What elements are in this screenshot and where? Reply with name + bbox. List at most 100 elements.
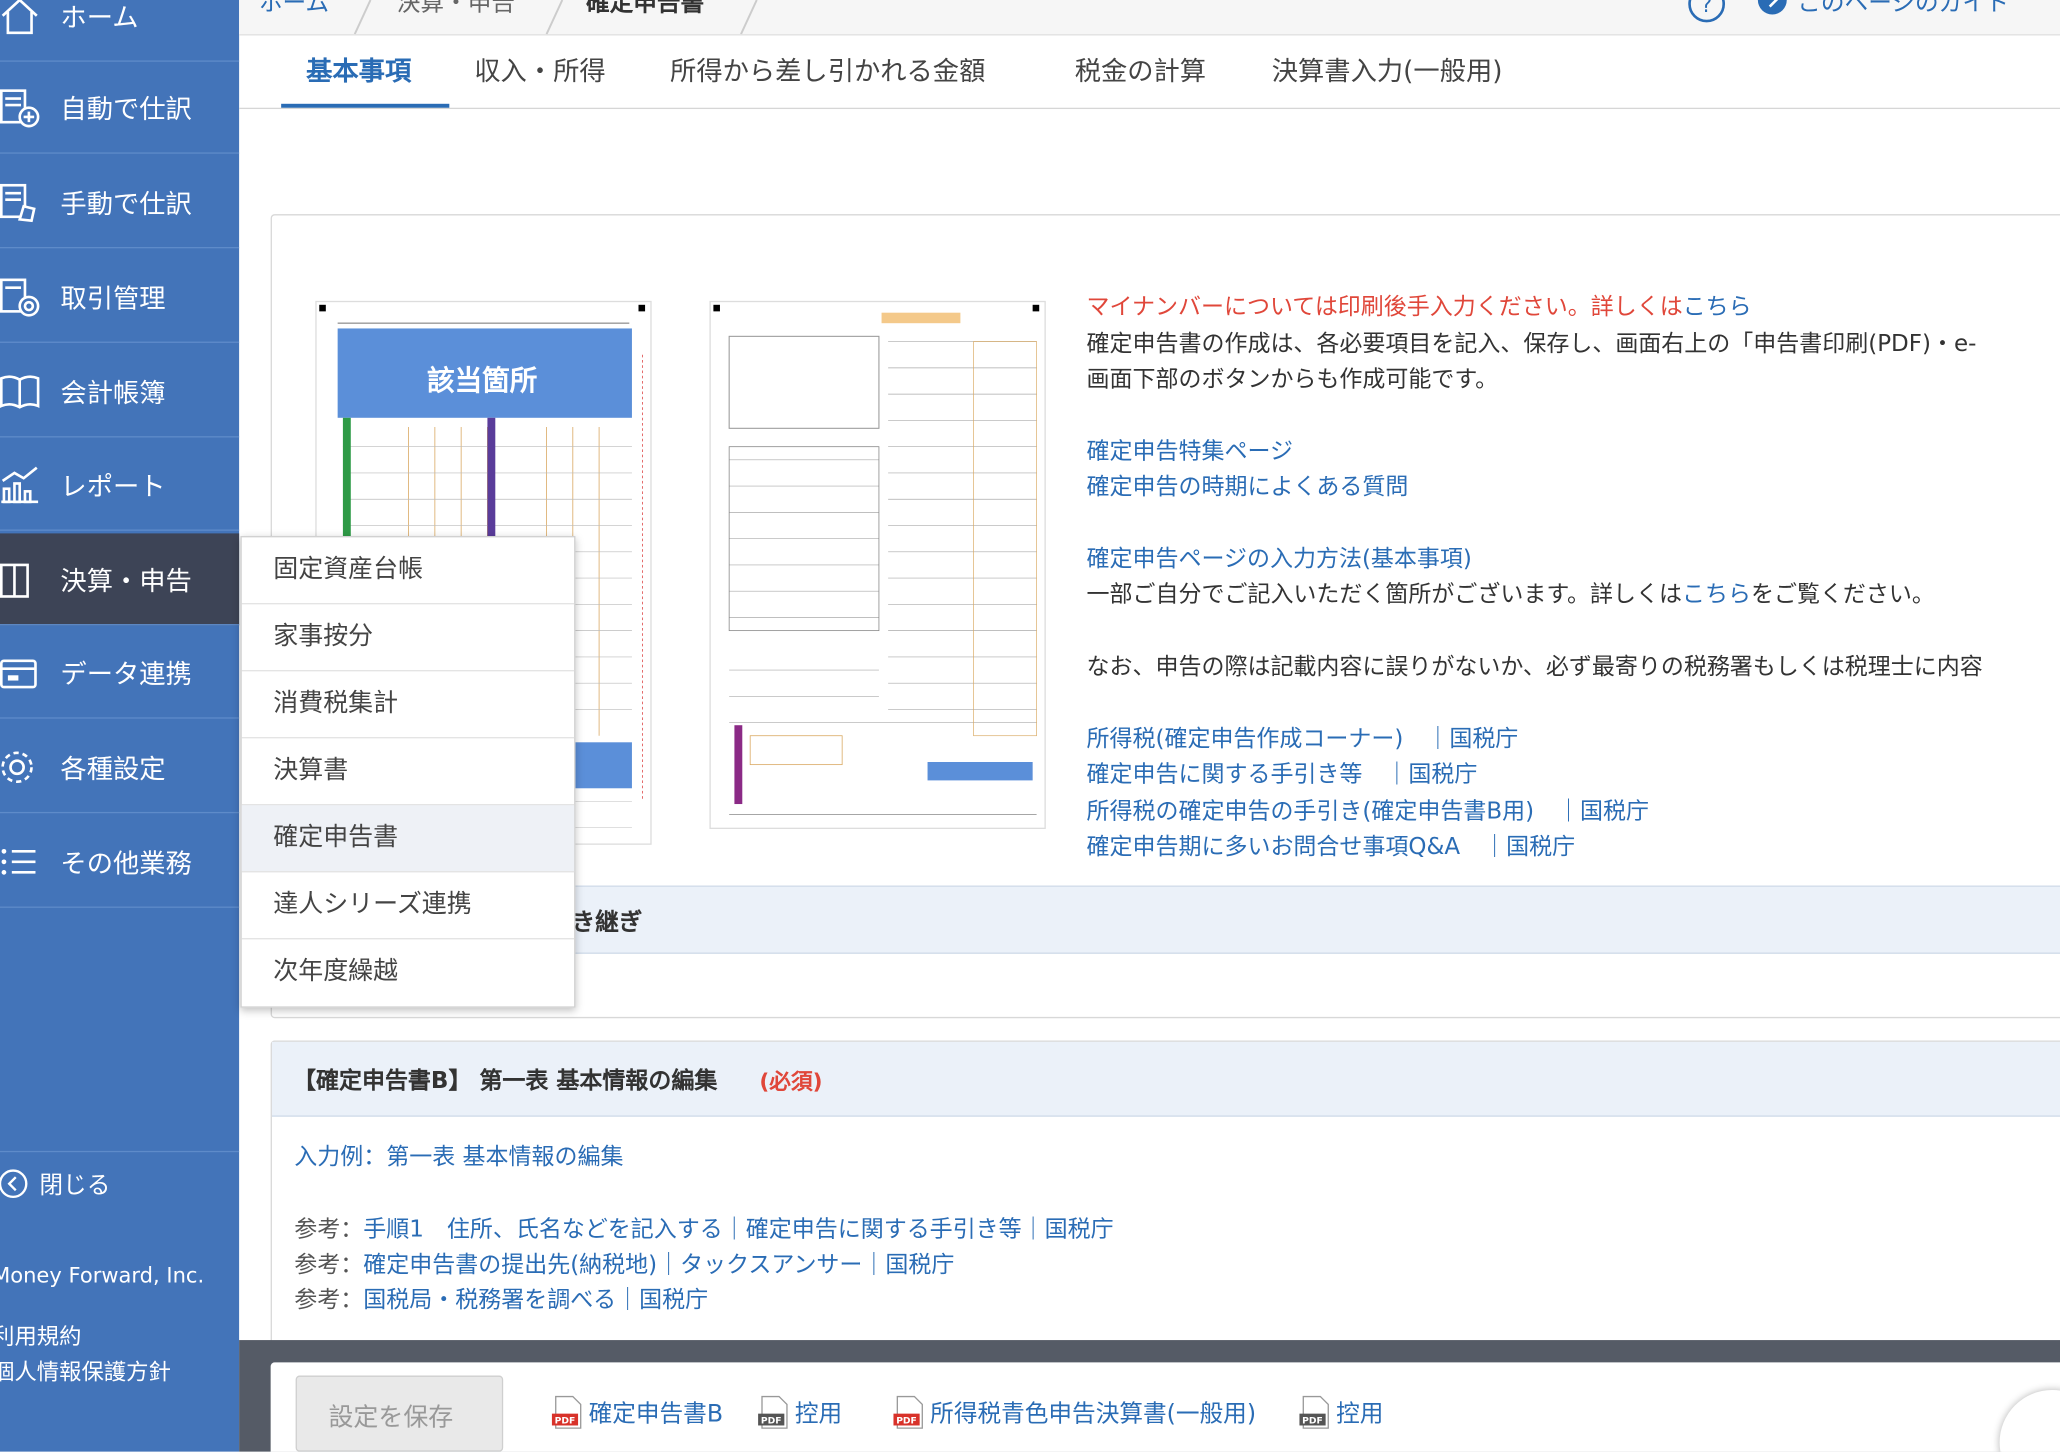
settlement-icon — [0, 562, 29, 598]
gear-icon — [1, 750, 33, 783]
ref-submission-link[interactable]: 確定申告書の提出先(納税地)｜タックスアンサー｜国税庁 — [363, 1252, 954, 1278]
self-entry-note-prefix: 一部ご自分でご記入いただく箇所がございます。詳しくは — [1086, 582, 1682, 609]
breadcrumb-parent[interactable]: 決算・申告 — [397, 0, 515, 18]
tab-tax-calc[interactable]: 税金の計算 — [1075, 50, 1206, 88]
input-example-link[interactable]: 入力例：第一表 基本情報の編集 — [294, 1139, 623, 1172]
input-method-link[interactable]: 確定申告ページの入力方法(基本事項) — [1087, 541, 1472, 574]
mynumber-notice-text: マイナンバーについては印刷後手入力ください。詳しくは — [1086, 294, 1683, 321]
pdf-link-label: 所得税青色申告決算書(一般用) — [930, 1400, 1257, 1429]
save-settings-button[interactable]: 設定を保存 — [295, 1375, 504, 1452]
svg-text:PDF: PDF — [555, 1416, 576, 1427]
pdf-icon: PDF — [551, 1395, 582, 1429]
sidebar-item-other[interactable]: その他業務 — [0, 816, 240, 908]
chevron-left-circle-icon — [0, 1169, 28, 1199]
sidebar-item-auto-journal[interactable]: 自動で仕訳 — [0, 62, 240, 154]
tab-deductions[interactable]: 所得から差し引かれる金額 — [670, 50, 985, 88]
settlement-dropdown-menu: 固定資産台帳 家事按分 消費税集計 決算書 確定申告書 達人シリーズ連携 次年度… — [240, 536, 576, 1008]
breadcrumb-separator — [545, 0, 564, 35]
reference-prefix: 参考： — [294, 1287, 364, 1314]
carryover-title: き継ぎ — [571, 909, 643, 937]
ref-tax-office-link[interactable]: 国税局・税務署を調べる｜国税庁 — [363, 1288, 708, 1314]
sidebar-item-label: レポート — [60, 470, 166, 502]
menu-item-tax-return[interactable]: 確定申告書 — [241, 805, 575, 873]
special-feature-link[interactable]: 確定申告特集ページ — [1087, 434, 1293, 467]
description-line-2: 画面下部のボタンからも作成可能です。 — [1086, 366, 1499, 393]
basic-info-section-header: 【確定申告書B】 第一表 基本情報の編集 (必須) — [271, 1041, 2060, 1117]
svg-text:?: ? — [1701, 0, 1712, 17]
pdf-copy-icon: PDF — [758, 1395, 788, 1429]
menu-item-tatsujin-link[interactable]: 達人シリーズ連携 — [241, 872, 575, 940]
sidebar-item-settings[interactable]: 各種設定 — [0, 721, 240, 814]
ref-link-b-guide[interactable]: 所得税の確定申告の手引き(確定申告書B用) ｜国税庁 — [1087, 794, 1650, 827]
sidebar-item-transactions[interactable]: 取引管理 — [0, 251, 240, 343]
sidebar-item-label: 手動で仕訳 — [60, 187, 192, 220]
sidebar-item-report[interactable]: レポート — [0, 439, 240, 531]
mynumber-notice: マイナンバーについては印刷後手入力ください。詳しくはこちら — [1087, 289, 1752, 322]
terms-link[interactable]: 利用規約 — [0, 1318, 81, 1350]
sidebar-divider — [0, 1150, 240, 1153]
pdf-icon: PDF — [893, 1395, 923, 1429]
ref-link-qa[interactable]: 確定申告期に多いお問合せ事項Q&A ｜国税庁 — [1087, 829, 1576, 862]
ref-link-nta-corner[interactable]: 所得税(確定申告作成コーナー) ｜国税庁 — [1087, 721, 1519, 754]
auto-journal-icon — [0, 88, 40, 127]
tax-form-b-second-image — [709, 300, 1046, 830]
breadcrumb: ホーム 決算・申告 確定申告書 ? このページのガイド — [239, 0, 2060, 36]
page-guide-link[interactable]: このページのガイド — [1797, 0, 2009, 18]
ref-link-guides[interactable]: 確定申告に関する手引き等 ｜国税庁 — [1087, 757, 1478, 790]
sidebar-item-label: 取引管理 — [60, 282, 166, 314]
mynumber-details-link[interactable]: こちら — [1683, 294, 1752, 320]
section-title: 【確定申告書B】 第一表 基本情報の編集 — [292, 1068, 718, 1095]
sidebar-item-label: データ連携 — [60, 658, 192, 690]
menu-item-carry-forward[interactable]: 次年度繰越 — [242, 939, 574, 1006]
data-link-icon — [0, 658, 37, 688]
pdf-link-label: 確定申告書B — [588, 1400, 724, 1429]
menu-item-financial-statement[interactable]: 決算書 — [241, 738, 575, 806]
tab-basic[interactable]: 基本事項 — [306, 50, 411, 88]
pdf-copy-icon: PDF — [1299, 1395, 1329, 1429]
menu-item-consumption-tax[interactable]: 消費税集計 — [241, 671, 575, 739]
svg-text:PDF: PDF — [1302, 1416, 1323, 1427]
privacy-link[interactable]: 個人情報保護方針 — [0, 1353, 171, 1386]
self-entry-details-link[interactable]: こちら — [1682, 582, 1751, 608]
company-name: Money Forward, Inc. — [0, 1262, 205, 1288]
required-badge: (必須) — [759, 1069, 823, 1095]
save-settings-label: 設定を保存 — [328, 1403, 454, 1433]
sidebar: ホーム 自動で仕訳 手動で仕訳 取引管理 会計帳簿 レポート 決算・申告 データ… — [0, 0, 240, 1452]
tax-form-b-second-drawing — [713, 304, 1040, 815]
description-line-1: 確定申告書の作成は、各必要項目を記入、保存し、画面右上の「申告書印刷(PDF)・… — [1086, 331, 1977, 358]
sidebar-item-label: 決算・申告 — [60, 564, 192, 597]
menu-item-fixed-assets[interactable]: 固定資産台帳 — [241, 537, 575, 605]
sidebar-item-settlement[interactable]: 決算・申告 — [0, 533, 240, 626]
breadcrumb-home[interactable]: ホーム — [259, 0, 329, 18]
manual-journal-icon — [0, 183, 36, 222]
sidebar-item-books[interactable]: 会計帳簿 — [0, 346, 240, 438]
self-entry-note-suffix: をご覧ください。 — [1750, 582, 1935, 609]
sidebar-item-label: 自動で仕訳 — [60, 93, 192, 125]
sidebar-item-home[interactable]: ホーム — [0, 0, 240, 62]
sidebar-item-label: ホーム — [60, 1, 139, 33]
reference-line: 参考：確定申告書の提出先(納税地)｜タックスアンサー｜国税庁 — [294, 1247, 954, 1280]
sidebar-item-manual-journal[interactable]: 手動で仕訳 — [0, 156, 240, 249]
report-chart-icon — [1, 466, 39, 503]
pdf-link-label: 控用 — [1336, 1400, 1384, 1429]
ref-step1-link[interactable]: 手順1 住所、氏名などを記入する｜確定申告に関する手引き等｜国税庁 — [363, 1217, 1113, 1243]
reference-line: 参考：手順1 住所、氏名などを記入する｜確定申告に関する手引き等｜国税庁 — [294, 1211, 1113, 1244]
tab-statement-input[interactable]: 決算書入力(一般用) — [1272, 50, 1503, 88]
highlight-label: 該当箇所 — [426, 365, 538, 397]
sidebar-item-label: 各種設定 — [60, 752, 166, 785]
transaction-icon — [0, 277, 40, 316]
svg-text:PDF: PDF — [896, 1416, 917, 1427]
help-icon[interactable]: ? — [1687, 0, 1726, 24]
reference-line: 参考：国税局・税務署を調べる｜国税庁 — [294, 1282, 708, 1315]
sidebar-close-button[interactable]: 閉じる — [0, 1163, 210, 1202]
sidebar-item-label: 会計帳簿 — [60, 377, 166, 409]
faq-link[interactable]: 確定申告の時期によくある質問 — [1087, 469, 1409, 502]
tab-income[interactable]: 収入・所得 — [474, 50, 605, 88]
active-tab-indicator — [281, 103, 450, 108]
list-icon — [1, 848, 36, 875]
sidebar-close-label: 閉じる — [39, 1171, 111, 1200]
sidebar-item-data-link[interactable]: データ連携 — [0, 627, 240, 719]
breadcrumb-separator — [353, 0, 372, 35]
menu-item-household-allocation[interactable]: 家事按分 — [241, 604, 575, 672]
breadcrumb-current: 確定申告書 — [585, 0, 705, 18]
